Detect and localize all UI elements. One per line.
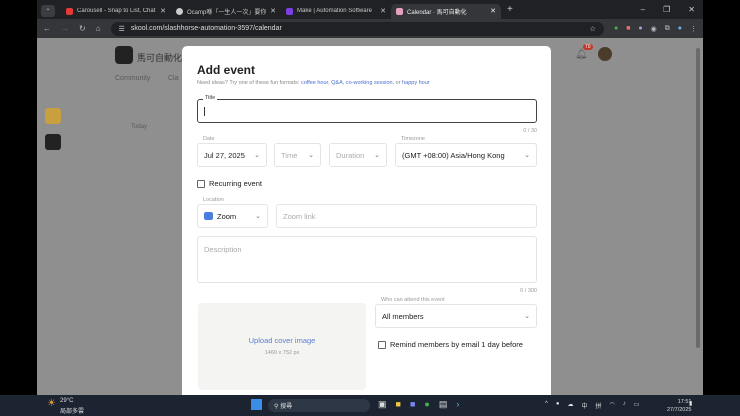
- favicon-icon: [176, 7, 183, 15]
- extension-icon[interactable]: ◉: [651, 25, 657, 33]
- group-logo: [115, 46, 133, 64]
- tab-calendar[interactable]: Calendar · 馬可自動化 ✕: [391, 3, 501, 19]
- tray-chevron-icon[interactable]: ^: [545, 401, 548, 410]
- forward-icon[interactable]: →: [61, 24, 69, 33]
- favicon-icon: [66, 7, 73, 15]
- taskbar-search[interactable]: ⚲ 搜尋: [268, 399, 370, 412]
- close-window-icon[interactable]: ✕: [688, 5, 695, 14]
- zoom-link-input[interactable]: Zoom link: [276, 204, 537, 228]
- tab-ocamp[interactable]: Ocamp喺「一生人一次」要你 ✕: [171, 4, 281, 19]
- sidebar-group-icon[interactable]: [45, 108, 61, 124]
- nav-community[interactable]: Community: [115, 75, 150, 82]
- chevron-down-icon: ⌄: [374, 152, 380, 159]
- battery-icon[interactable]: ▭: [634, 401, 640, 410]
- add-event-dialog: Add event Need ideas? Try one of these f…: [182, 46, 551, 395]
- extension-icon[interactable]: ■: [626, 25, 630, 33]
- close-tab-icon[interactable]: ✕: [490, 7, 496, 15]
- tab-bar: ⌄ Carousell - Snap to List, Chat ✕ Ocamp喺…: [37, 0, 703, 19]
- location-select[interactable]: Location Zoom ⌄: [197, 197, 268, 228]
- close-tab-icon[interactable]: ✕: [160, 7, 166, 15]
- notification-icon[interactable]: ▮: [689, 400, 692, 407]
- extension-icon[interactable]: ●: [614, 25, 618, 33]
- close-tab-icon[interactable]: ✕: [270, 7, 276, 15]
- menu-icon[interactable]: ⋮: [690, 25, 697, 33]
- nav-classroom[interactable]: Cla: [168, 75, 179, 82]
- url-input[interactable]: ☰ skool.com/slashhorse-automation-3597/ca…: [110, 21, 604, 36]
- tab-search-icon[interactable]: ⌄: [41, 5, 55, 17]
- clock[interactable]: 17:51 27/7/2025: [667, 398, 691, 414]
- sidebar-group-icon[interactable]: [45, 134, 61, 150]
- search-icon: ⚲: [274, 404, 279, 410]
- link-happy-hour[interactable]: happy hour: [402, 80, 430, 86]
- site-info-icon[interactable]: ☰: [119, 25, 125, 33]
- bookmark-star-icon[interactable]: ☆: [590, 25, 596, 33]
- tab-carousell[interactable]: Carousell - Snap to List, Chat ✕: [61, 4, 171, 19]
- start-icon[interactable]: [251, 399, 262, 410]
- timezone-select[interactable]: Timezone (GMT +08:00) Asia/Hong Kong ⌄: [395, 136, 537, 167]
- link-qa[interactable]: Q&A: [331, 80, 343, 86]
- chevron-down-icon: ⌄: [524, 313, 530, 320]
- favicon-icon: [396, 7, 403, 15]
- scrollbar[interactable]: [696, 48, 700, 348]
- ime-indicator[interactable]: 中: [581, 401, 587, 410]
- upload-cover-area[interactable]: Upload cover image 1460 x 752 px: [198, 303, 366, 390]
- tab-make[interactable]: Make | Automation Software ✕: [281, 4, 391, 19]
- profile-avatar[interactable]: ●: [678, 25, 682, 33]
- favicon-icon: [286, 7, 293, 15]
- reload-icon[interactable]: ↻: [79, 24, 86, 33]
- close-tab-icon[interactable]: ✕: [380, 7, 386, 15]
- task-view-icon[interactable]: ▣: [378, 399, 387, 410]
- title-input[interactable]: Title: [197, 95, 537, 123]
- recurring-checkbox[interactable]: Recurring event: [197, 179, 262, 189]
- zoom-icon: [204, 212, 213, 220]
- chevron-down-icon: ⌄: [255, 213, 261, 220]
- file-explorer-icon[interactable]: ■: [396, 399, 401, 410]
- calendar-page: 馬可自動化 Community Cla Today 🔔︎ 70 Add even…: [37, 38, 703, 395]
- tray-app-icon[interactable]: ●: [556, 401, 560, 410]
- user-avatar[interactable]: [598, 47, 612, 61]
- browser-window: ⌄ Carousell - Snap to List, Chat ✕ Ocamp喺…: [37, 0, 703, 395]
- date-select[interactable]: Date Jul 27, 2025 ⌄: [197, 136, 267, 167]
- notion-icon[interactable]: ▤: [439, 399, 448, 410]
- upload-cover-link[interactable]: Upload cover image: [198, 336, 366, 345]
- terminal-icon[interactable]: ›: [456, 399, 459, 410]
- attendance-select[interactable]: Who can attend this event All members ⌄: [375, 297, 537, 328]
- volume-icon[interactable]: ♪: [623, 401, 626, 410]
- taskbar: ☀ 29°C 局部多雲 ⚲ 搜尋 ▣ ■ ■ ● ▤ › ^ ● ☁ 中拼 ◠ ♪ ▭ 17:51 27…: [0, 395, 740, 416]
- weather-icon[interactable]: ☀: [47, 398, 56, 409]
- remind-checkbox[interactable]: Remind members by email 1 day before: [378, 340, 523, 350]
- duration-select[interactable]: Duration ⌄: [329, 143, 387, 167]
- bell-icon[interactable]: 🔔︎: [575, 49, 588, 60]
- time-select[interactable]: Time ⌄: [274, 143, 321, 167]
- today-button[interactable]: Today: [131, 124, 147, 130]
- onedrive-icon[interactable]: ☁: [567, 401, 573, 410]
- ime-mode[interactable]: 拼: [595, 401, 601, 410]
- ideas-text: Need ideas? Try one of these fun formats…: [197, 80, 430, 86]
- chrome-icon[interactable]: ●: [424, 399, 429, 410]
- new-tab-icon[interactable]: +: [507, 4, 513, 15]
- chevron-down-icon: ⌄: [524, 152, 530, 159]
- address-bar: ← → ↻ ⌂ ☰ skool.com/slashhorse-automation-35…: [37, 19, 703, 38]
- link-coworking[interactable]: co-working session: [346, 80, 393, 86]
- link-coffee-hour[interactable]: coffee hour: [301, 80, 328, 86]
- discord-icon[interactable]: ■: [410, 399, 415, 410]
- extensions-puzzle-icon[interactable]: ⧉: [665, 25, 670, 33]
- back-icon[interactable]: ←: [43, 24, 51, 33]
- extension-icon[interactable]: ●: [638, 25, 642, 33]
- maximize-icon[interactable]: ❐: [663, 5, 670, 14]
- home-icon[interactable]: ⌂: [96, 24, 101, 33]
- chevron-down-icon: ⌄: [308, 152, 314, 159]
- minimize-icon[interactable]: –: [641, 5, 645, 14]
- description-input[interactable]: Description: [197, 236, 537, 283]
- chevron-down-icon: ⌄: [254, 152, 260, 159]
- wifi-icon[interactable]: ◠: [609, 401, 614, 410]
- dialog-title: Add event: [197, 63, 256, 77]
